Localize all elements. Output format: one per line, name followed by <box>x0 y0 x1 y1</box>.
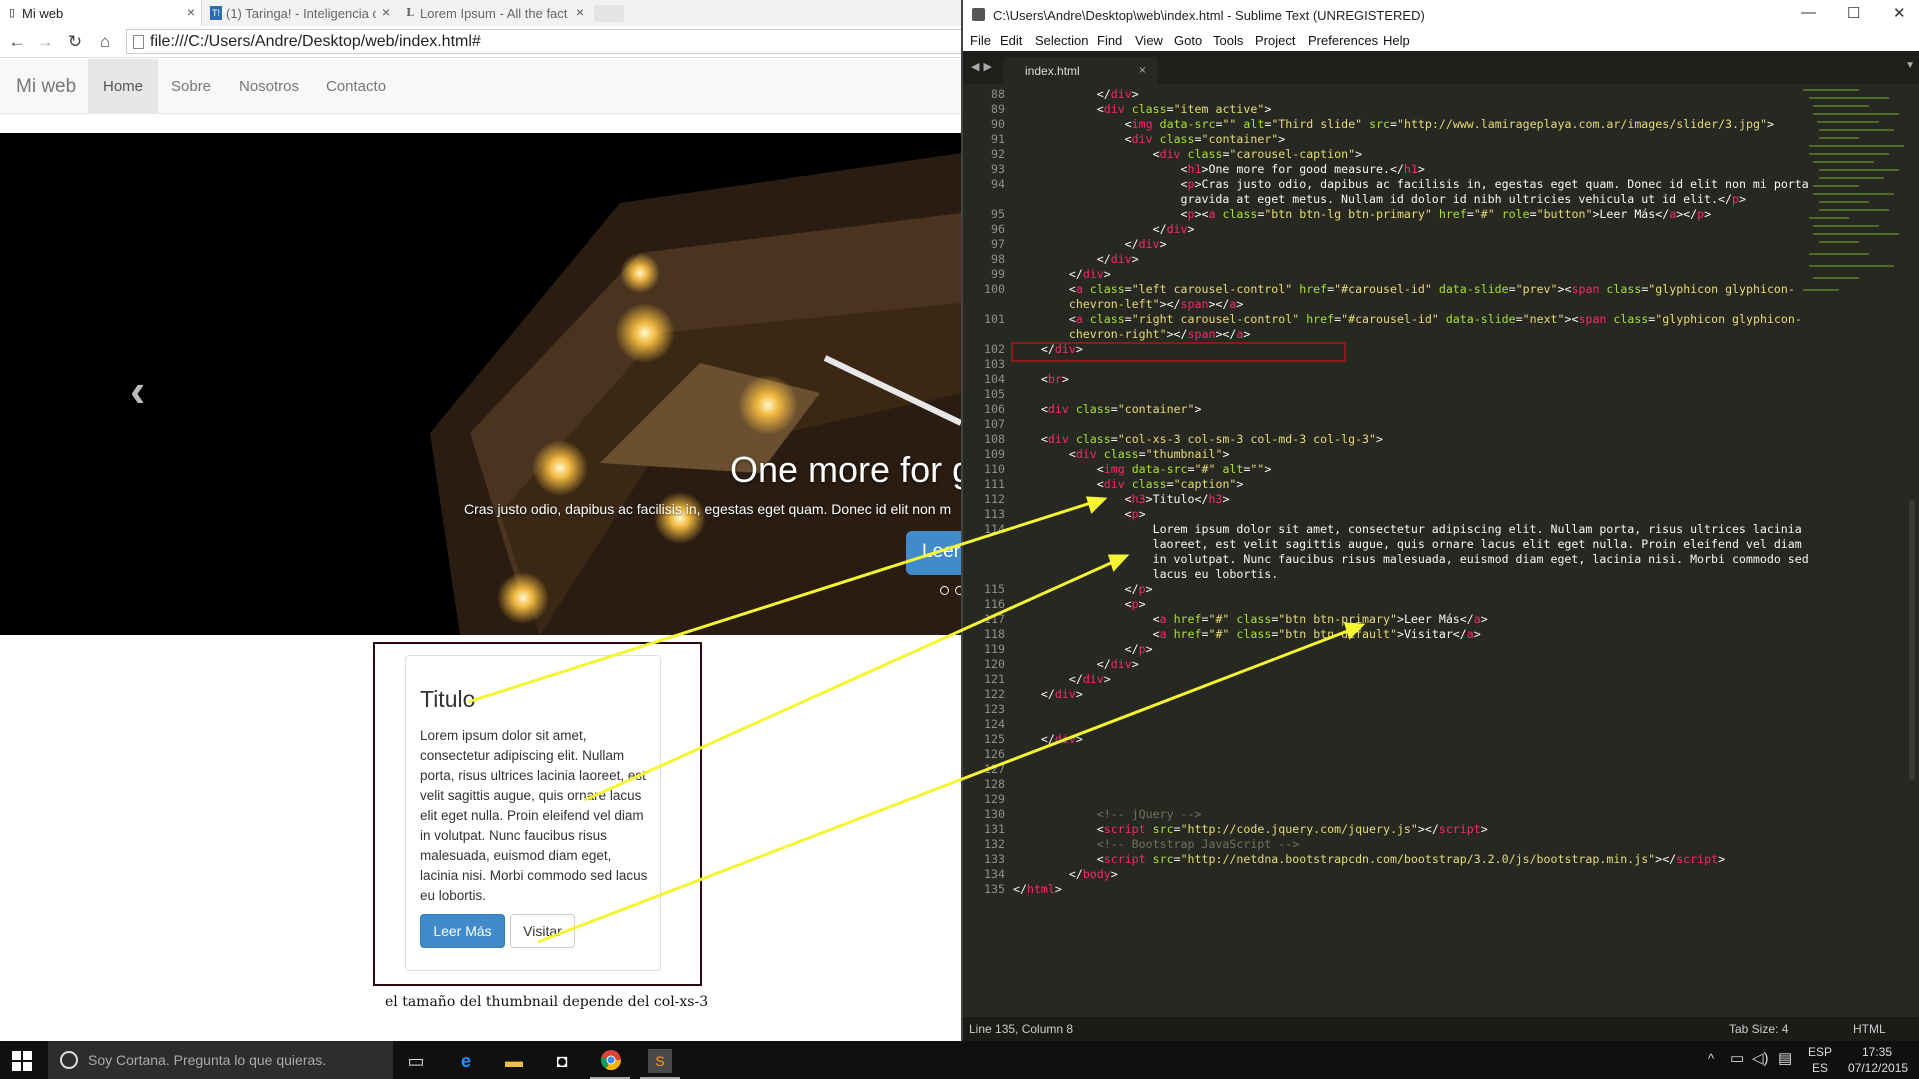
arrow-head <box>1085 496 1108 514</box>
store-icon[interactable]: ◘ <box>550 1049 574 1073</box>
cortana-icon <box>60 1051 78 1069</box>
network-icon[interactable]: ▭ <box>1730 1049 1744 1067</box>
task-view-icon[interactable]: ▭ <box>404 1049 428 1073</box>
file-explorer-icon[interactable]: ▬ <box>502 1049 526 1073</box>
cortana-placeholder: Soy Cortana. Pregunta lo que quieras. <box>88 1052 327 1068</box>
chrome-icon[interactable] <box>599 1049 623 1073</box>
clock-time[interactable]: 17:35 <box>1862 1045 1892 1059</box>
language-indicator[interactable]: ESP <box>1808 1045 1832 1059</box>
arrow-visitar <box>537 625 1359 944</box>
taskbar: Soy Cortana. Pregunta lo que quieras. ▭ … <box>0 1041 1919 1079</box>
chevron-up-icon[interactable]: ^ <box>1708 1051 1714 1066</box>
arrow-head <box>1107 554 1130 572</box>
sublime-text-icon[interactable]: S <box>648 1049 672 1073</box>
arrow-paragraph <box>584 556 1123 802</box>
arrow-titulo <box>467 498 1101 704</box>
clock-date[interactable]: 07/12/2015 <box>1848 1061 1908 1075</box>
windows-start-icon[interactable] <box>12 1051 32 1071</box>
cortana-search[interactable]: Soy Cortana. Pregunta lo que quieras. <box>48 1041 393 1079</box>
annotation-arrows <box>467 496 1366 944</box>
notification-icon[interactable]: ▤ <box>1778 1049 1792 1067</box>
edge-icon[interactable]: e <box>454 1049 478 1073</box>
volume-icon[interactable]: ◁) <box>1752 1049 1769 1067</box>
arrow-head <box>1343 622 1366 640</box>
keyboard-layout[interactable]: ES <box>1812 1061 1828 1075</box>
